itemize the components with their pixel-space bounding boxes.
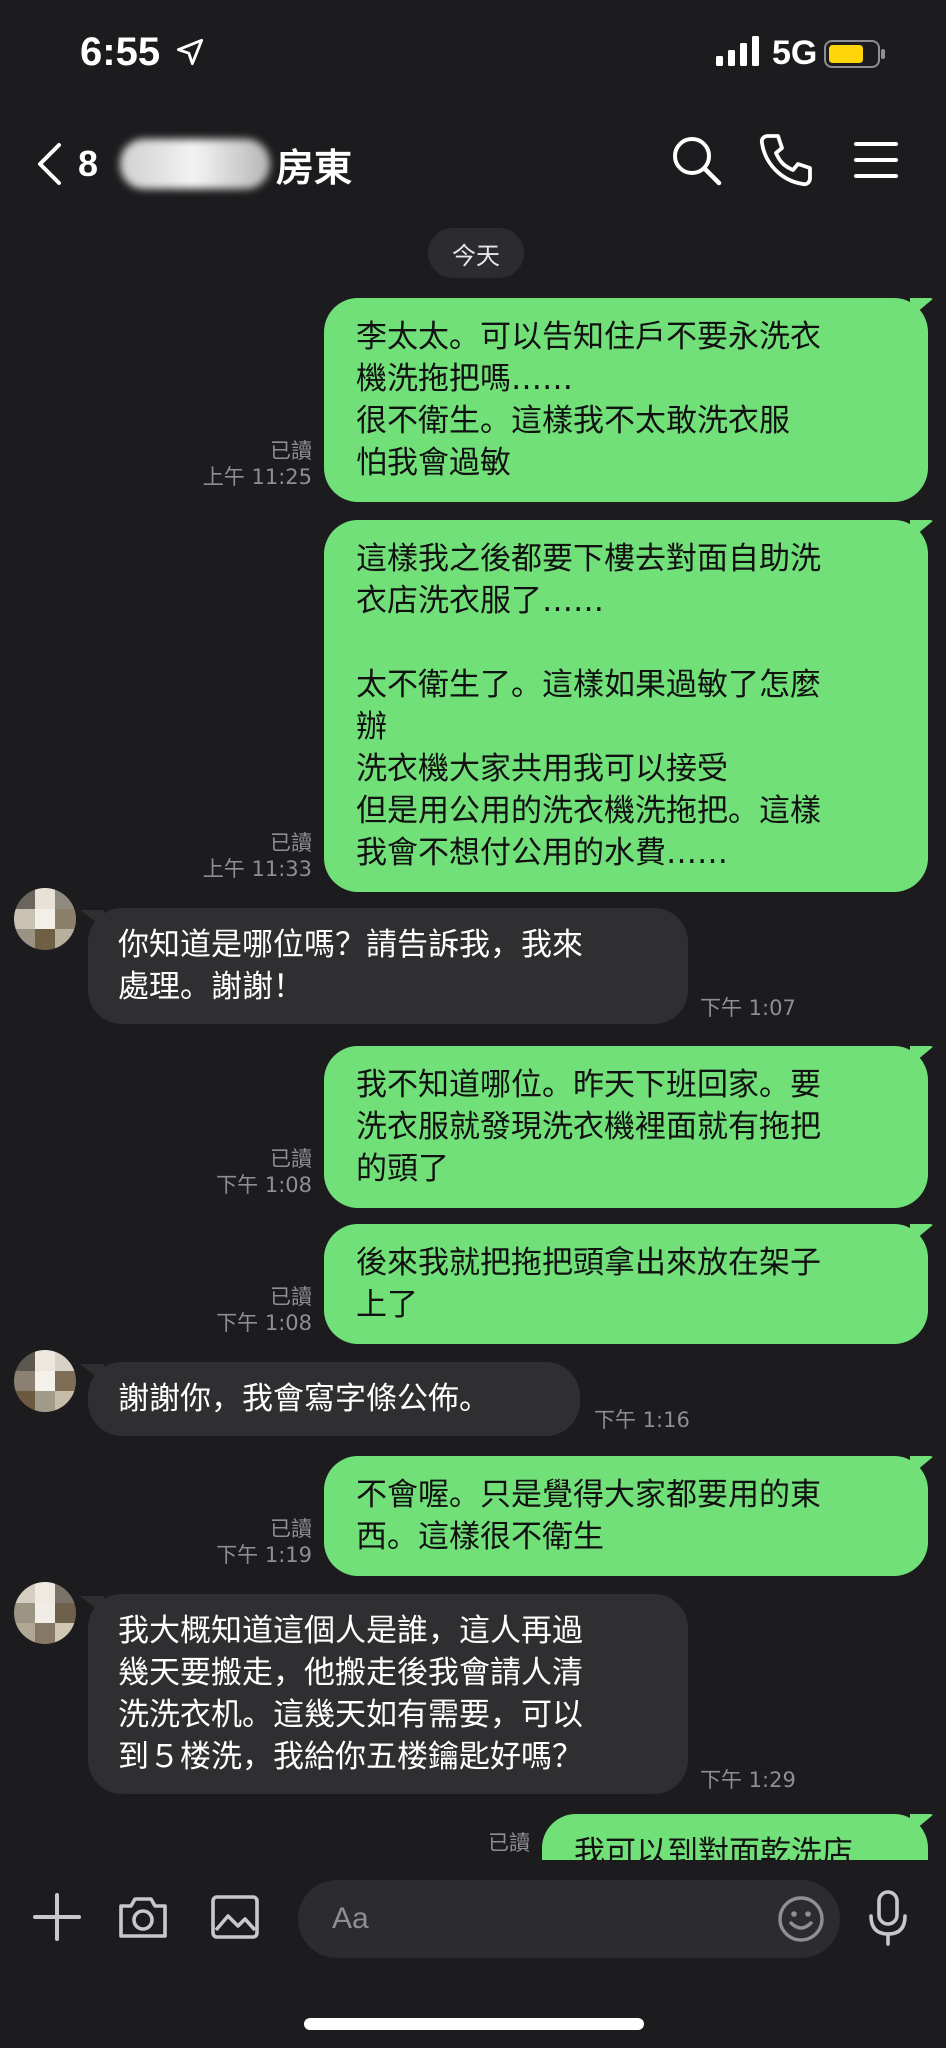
status-bar: 6:55 5G: [0, 0, 946, 110]
home-indicator[interactable]: [304, 2018, 644, 2030]
battery-icon: [824, 40, 885, 68]
read-receipt: 已讀: [270, 1285, 312, 1309]
avatar[interactable]: [14, 1350, 76, 1412]
message-input[interactable]: [298, 1880, 840, 1958]
avatar[interactable]: [14, 888, 76, 950]
gallery-button[interactable]: [208, 1890, 262, 1944]
network-type: 5G: [772, 34, 818, 72]
message-meta: 已讀: [400, 1830, 530, 1856]
menu-icon: [854, 142, 898, 178]
message-time: 下午 1:08: [216, 1311, 312, 1335]
read-receipt: 已讀: [270, 831, 312, 855]
message-bubble-outgoing[interactable]: 我可以到對面乾洗店: [542, 1814, 928, 1860]
search-icon: [673, 137, 722, 186]
message-time: 上午 11:33: [202, 857, 312, 881]
message-time: 下午 1:08: [216, 1173, 312, 1197]
message-meta: 已讀 下午 1:08: [184, 1146, 312, 1198]
mic-icon[interactable]: [866, 1888, 910, 1948]
message-meta: 已讀 下午 1:08: [184, 1284, 312, 1336]
menu-button[interactable]: [844, 128, 908, 192]
add-button[interactable]: [30, 1890, 84, 1944]
status-time: 6:55: [80, 30, 161, 74]
message-time: 下午 1:07: [700, 996, 796, 1020]
message-time: 上午 11:25: [202, 465, 312, 489]
chat-name: 房東: [276, 145, 353, 190]
read-receipt: 已讀: [270, 1517, 312, 1541]
chat-area[interactable]: 今天 李太太。可以告知住戶不要永洗衣 機洗拖把嗎…… 很不衛生。這樣我不太敢洗衣…: [0, 220, 946, 1860]
message-bubble-outgoing[interactable]: 不會喔。只是覺得大家都要用的東 西。這樣很不衛生: [324, 1456, 928, 1576]
camera-icon: [119, 1897, 167, 1938]
message-meta: 已讀 上午 11:25: [184, 438, 312, 490]
avatar[interactable]: [14, 1582, 76, 1644]
plus-icon: [33, 1893, 81, 1941]
message-bubble-incoming[interactable]: 你知道是哪位嗎？請告訴我，我來 處理。謝謝！: [88, 908, 688, 1024]
camera-button[interactable]: [116, 1890, 170, 1944]
image-icon: [211, 1895, 259, 1939]
message-bubble-outgoing[interactable]: 我不知道哪位。昨天下班回家。要 洗衣服就發現洗衣機裡面就有拖把 的頭了: [324, 1046, 928, 1208]
phone-icon: [759, 134, 812, 187]
message-meta: 已讀 上午 11:33: [184, 830, 312, 882]
emoji-icon[interactable]: [776, 1894, 826, 1944]
message-input-bar: [0, 1860, 946, 1972]
read-receipt: 已讀: [488, 1831, 530, 1855]
signal-icon: [716, 36, 759, 66]
message-bubble-incoming[interactable]: 我大概知道這個人是誰，這人再過 幾天要搬走，他搬走後我會請人清 洗洗衣机。這幾天…: [88, 1594, 688, 1794]
bottom-area: [0, 1972, 946, 2048]
back-button[interactable]: 8: [36, 132, 116, 196]
message-bubble-outgoing[interactable]: 後來我就把拖把頭拿出來放在架子 上了: [324, 1224, 928, 1344]
blurred-name: [120, 139, 270, 189]
message-time: 下午 1:29: [700, 1768, 796, 1792]
search-button[interactable]: [664, 128, 728, 192]
date-separator: 今天: [428, 228, 524, 278]
chat-title[interactable]: 房東: [120, 132, 352, 196]
read-receipt: 已讀: [270, 1147, 312, 1171]
message-bubble-outgoing[interactable]: 李太太。可以告知住戶不要永洗衣 機洗拖把嗎…… 很不衛生。這樣我不太敢洗衣服 怕…: [324, 298, 928, 502]
message-time: 下午 1:16: [594, 1408, 690, 1432]
location-arrow-icon: [176, 38, 204, 66]
read-receipt: 已讀: [270, 439, 312, 463]
message-bubble-outgoing[interactable]: 這樣我之後都要下樓去對面自助洗 衣店洗衣服了…… 太不衛生了。這樣如果過敏了怎麼…: [324, 520, 928, 892]
chevron-left-icon: [38, 143, 61, 185]
message-meta: 已讀 下午 1:19: [184, 1516, 312, 1568]
message-bubble-incoming[interactable]: 謝謝你，我會寫字條公佈。: [88, 1362, 580, 1436]
unread-count: 8: [78, 143, 99, 184]
call-button[interactable]: [754, 128, 818, 192]
chat-header: 8 房東: [0, 110, 946, 220]
message-time: 下午 1:19: [216, 1543, 312, 1567]
